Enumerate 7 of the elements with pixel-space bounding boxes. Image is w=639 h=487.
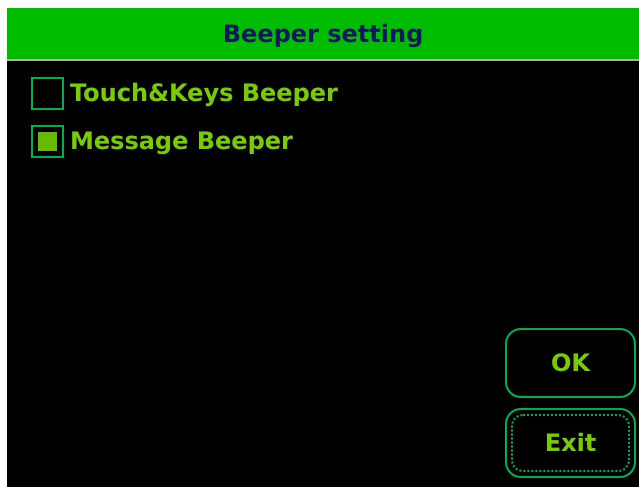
option-label: Touch&Keys Beeper <box>70 78 338 109</box>
ok-button[interactable]: OK <box>505 328 636 398</box>
checkbox[interactable] <box>31 124 64 158</box>
window-title: Beeper setting <box>7 8 639 61</box>
exit-button[interactable]: Exit <box>505 408 636 478</box>
checkbox[interactable] <box>31 76 64 110</box>
option-label: Message Beeper <box>70 126 293 157</box>
